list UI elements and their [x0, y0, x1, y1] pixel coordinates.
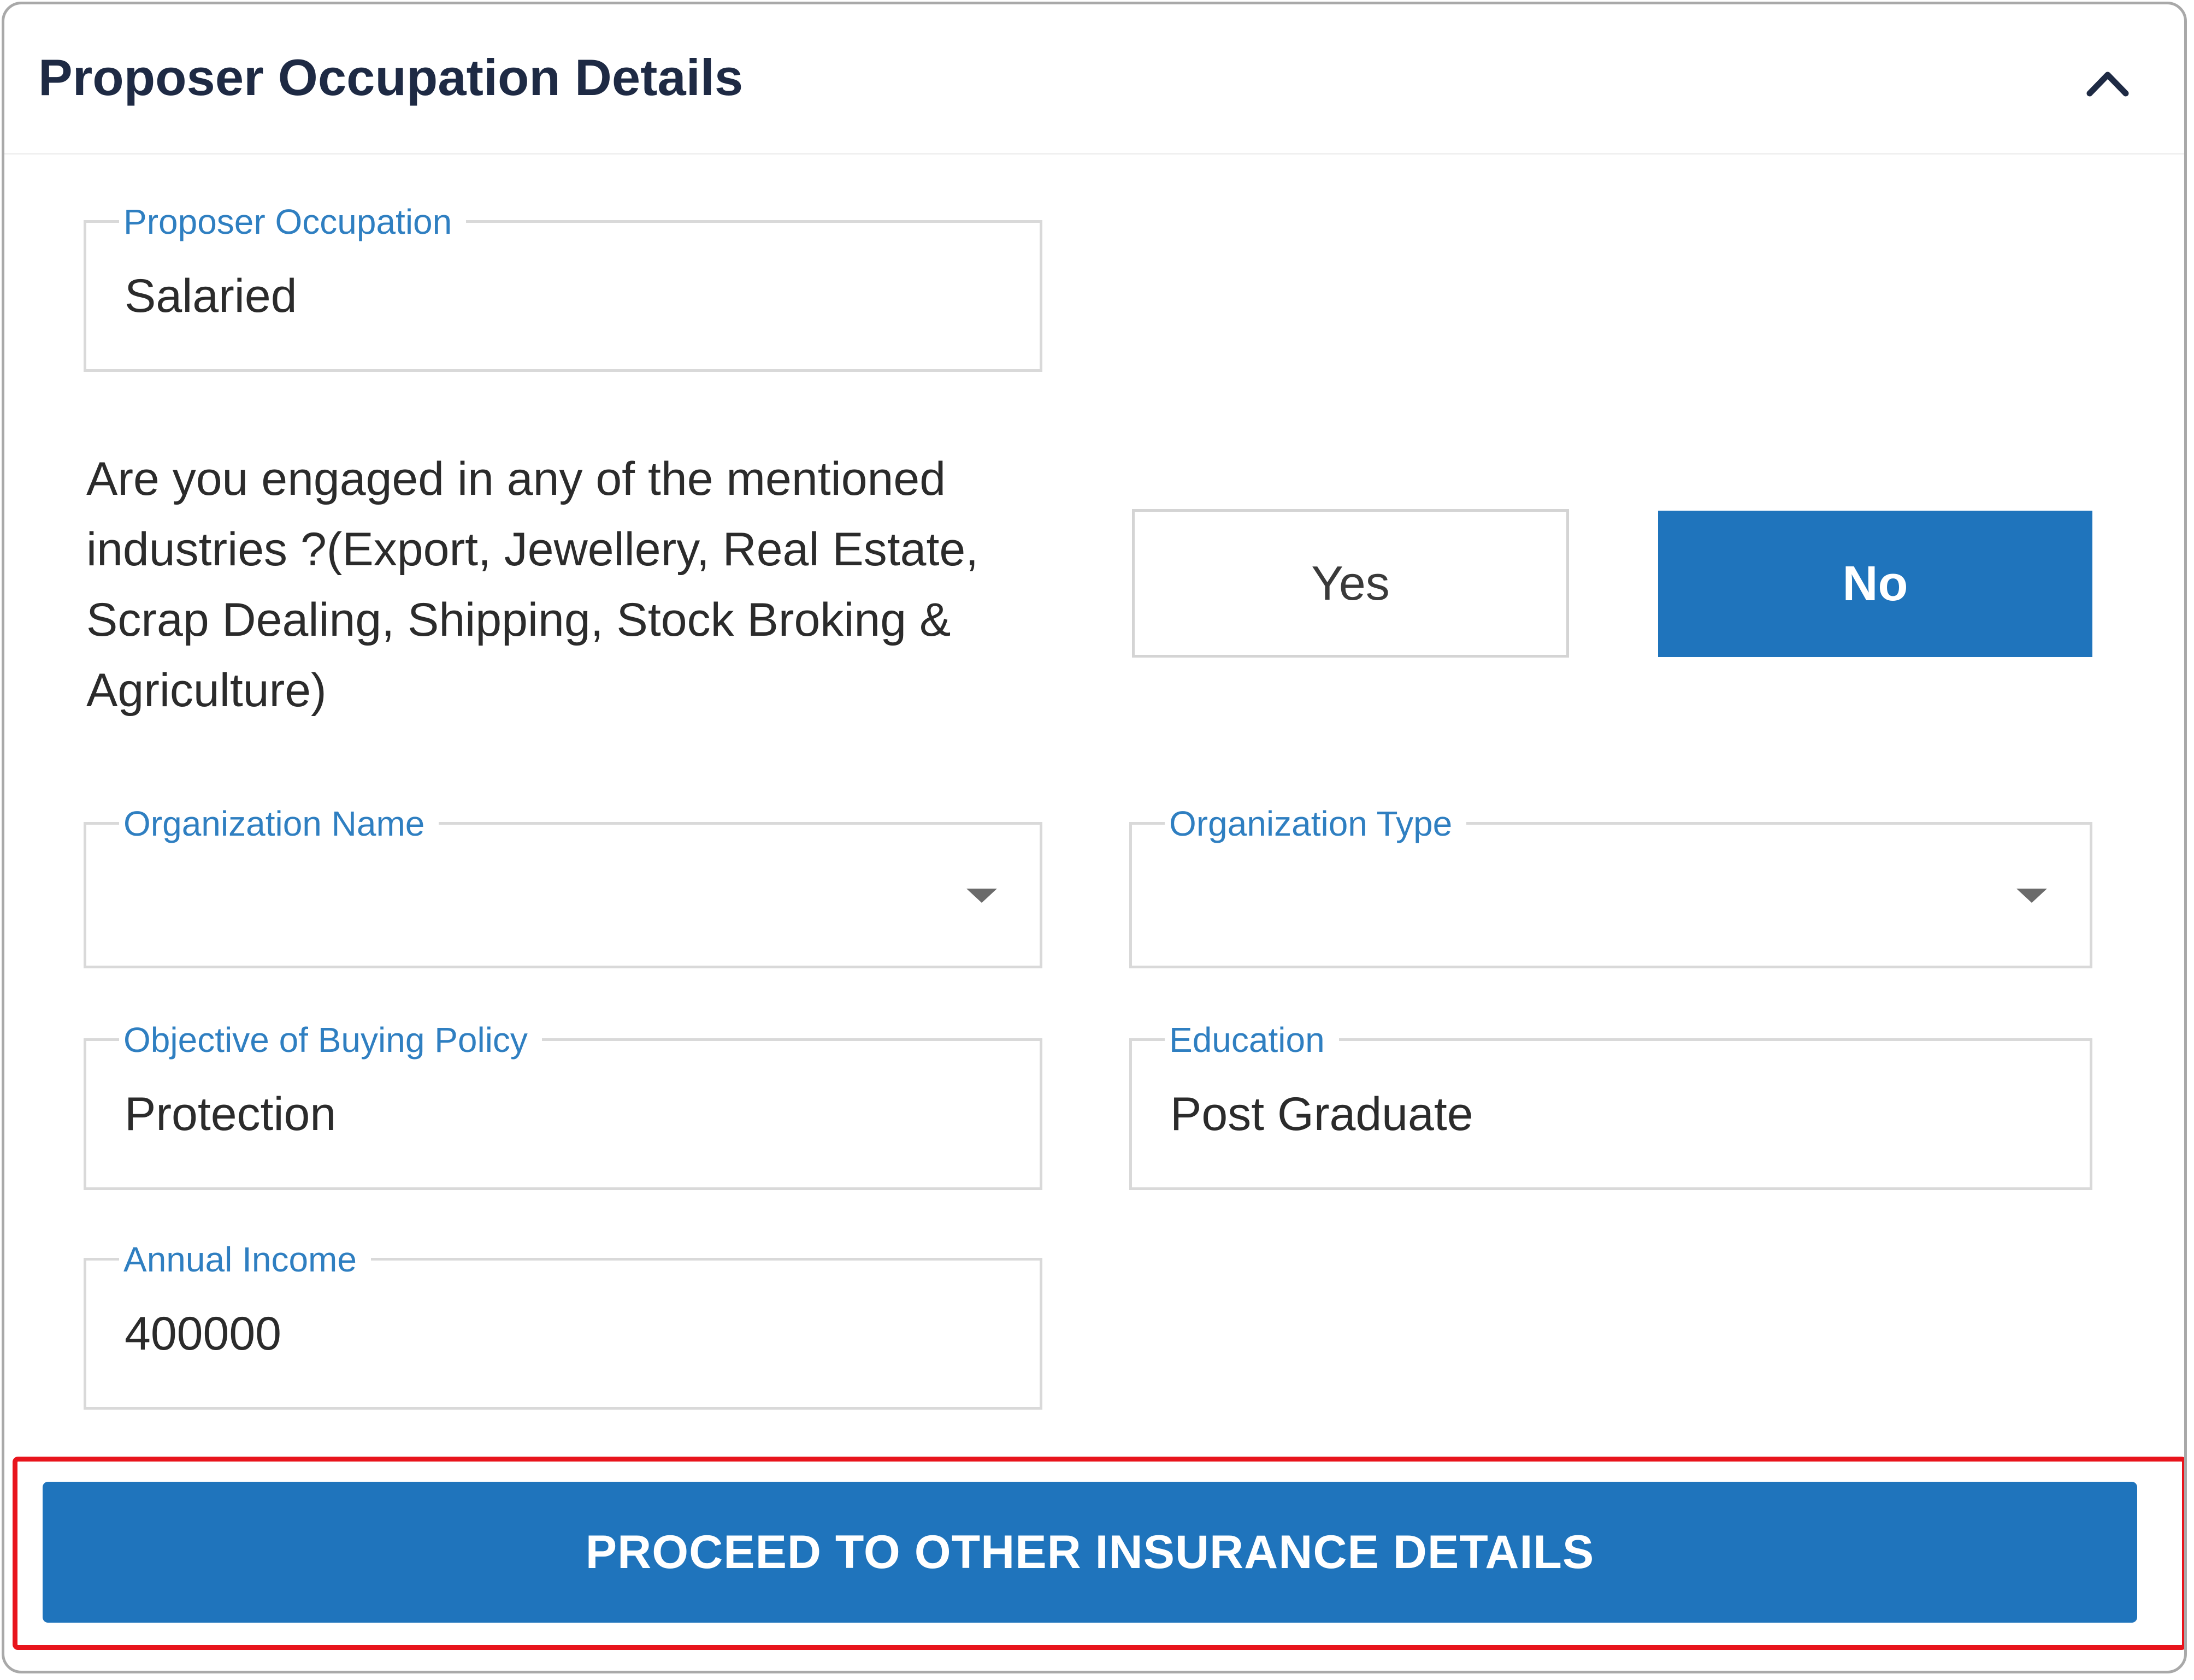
industry-question-text: Are you engaged in any of the mentioned …: [86, 453, 979, 717]
organization-type-label: Organization Type: [1165, 802, 1467, 845]
occupation-details-panel: Proposer Occupation Details Proposer Occ…: [2, 2, 2187, 1673]
panel-title: Proposer Occupation Details: [38, 49, 744, 106]
education-field[interactable]: Education Post Graduate: [1129, 1018, 2092, 1190]
caret-down-icon[interactable]: [966, 889, 997, 903]
annual-income-field[interactable]: Annual Income 400000: [84, 1238, 1042, 1410]
organization-name-select[interactable]: Organization Name: [84, 802, 1042, 968]
proposer-occupation-field[interactable]: Proposer Occupation Salaried: [84, 200, 1042, 372]
organization-type-select[interactable]: Organization Type: [1129, 802, 2092, 968]
annual-income-value: 400000: [125, 1307, 281, 1360]
education-value: Post Graduate: [1170, 1087, 1473, 1140]
caret-down-icon[interactable]: [2016, 889, 2047, 903]
objective-field[interactable]: Objective of Buying Policy Protection: [84, 1018, 1042, 1190]
objective-value: Protection: [125, 1087, 337, 1140]
organization-name-label: Organization Name: [119, 802, 439, 845]
chevron-up-icon[interactable]: [2078, 56, 2138, 108]
proposer-occupation-value: Salaried: [125, 269, 297, 322]
yes-button[interactable]: Yes: [1132, 509, 1569, 658]
panel-header[interactable]: Proposer Occupation Details: [4, 4, 2184, 155]
proceed-button[interactable]: PROCEED TO OTHER INSURANCE DETAILS: [43, 1482, 2137, 1623]
no-button[interactable]: No: [1658, 511, 2092, 657]
